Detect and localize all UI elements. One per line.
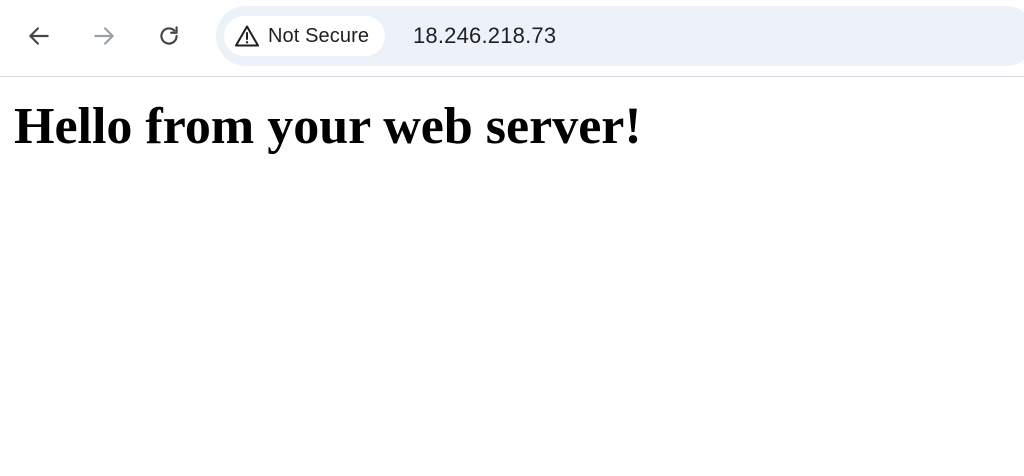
warning-triangle-icon: [234, 24, 260, 48]
forward-button[interactable]: [86, 18, 122, 54]
url-text[interactable]: 18.246.218.73: [413, 6, 556, 66]
security-chip[interactable]: Not Secure: [224, 16, 386, 56]
browser-toolbar: Not Secure 18.246.218.73: [0, 0, 1024, 77]
arrow-right-icon: [94, 27, 114, 45]
security-chip-label: Not Secure: [268, 24, 370, 47]
arrow-left-icon: [29, 27, 49, 45]
page-content: Hello from your web server!: [0, 95, 1024, 159]
reload-button[interactable]: [151, 18, 187, 54]
page-heading: Hello from your web server!: [14, 98, 642, 155]
reload-icon: [160, 26, 178, 45]
address-bar[interactable]: Not Secure 18.246.218.73: [216, 6, 1024, 66]
back-button[interactable]: [21, 18, 57, 54]
